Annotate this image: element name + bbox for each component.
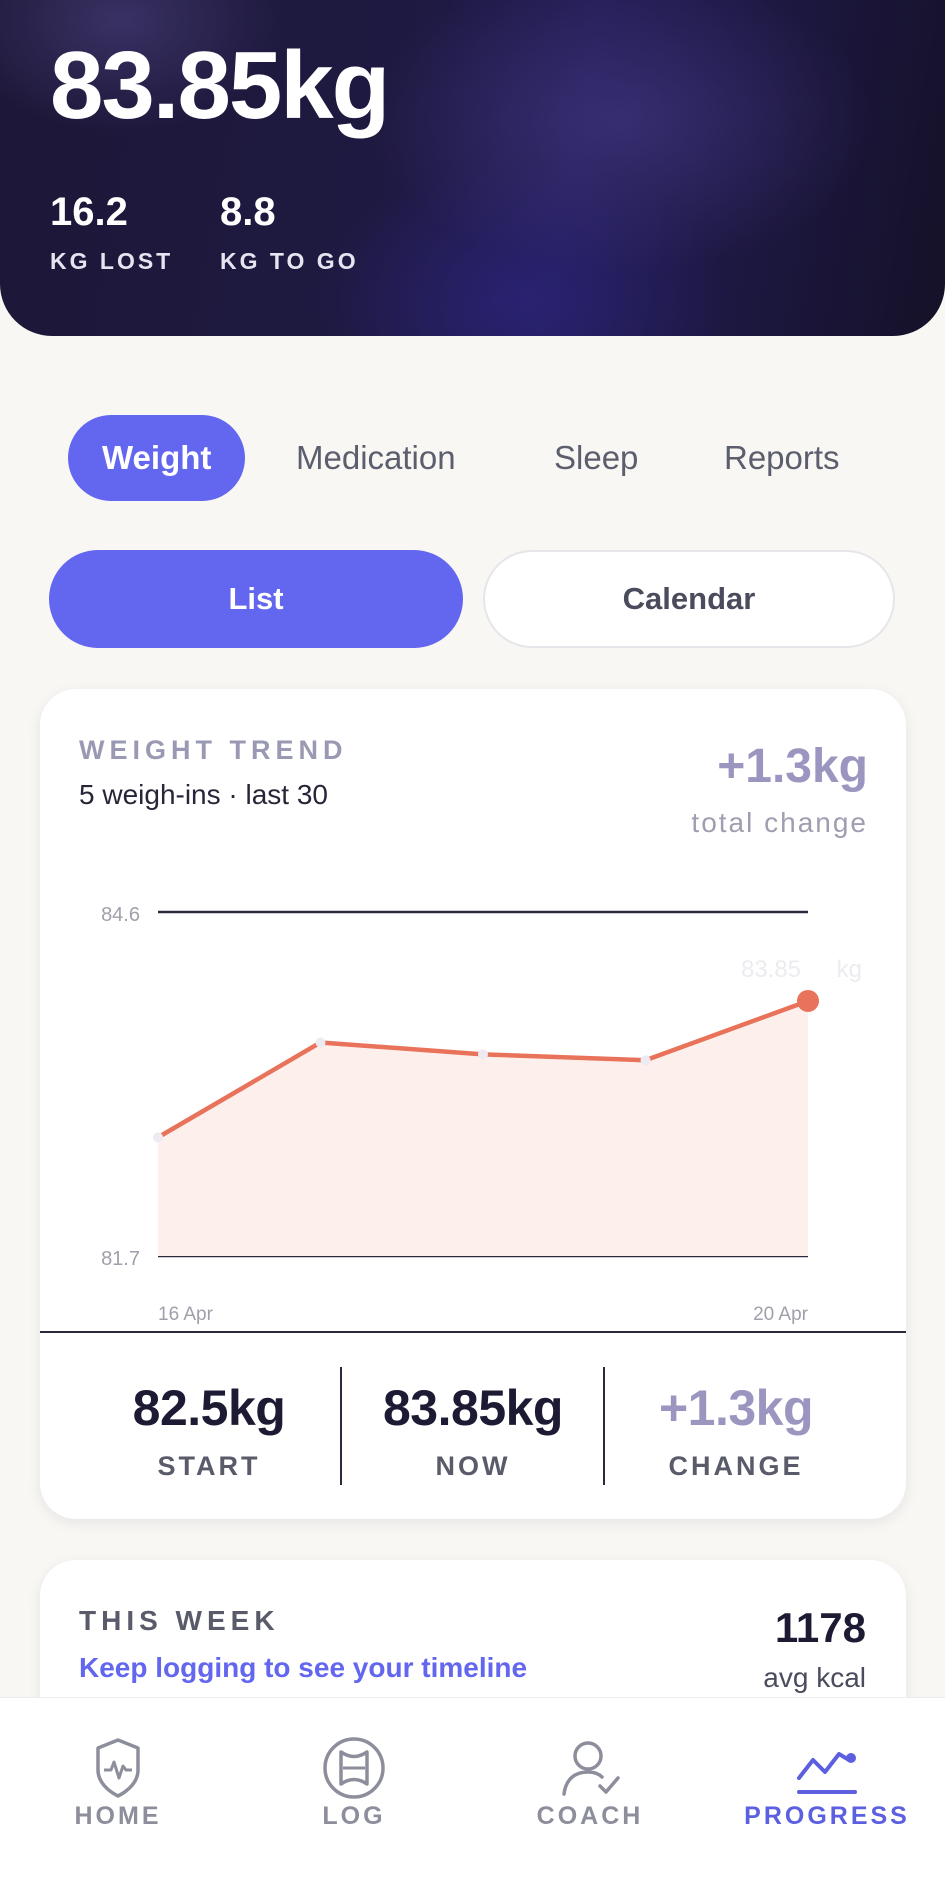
y-tick-top: 84.6 — [101, 904, 140, 926]
shield-heart-icon — [96, 1738, 140, 1798]
tab-sleep[interactable]: Sleep — [554, 415, 638, 501]
change-stat: +1.3kg CHANGE — [618, 1379, 854, 1482]
trend-chart-icon — [797, 1752, 857, 1794]
nav-coach-label: COACH — [536, 1802, 644, 1830]
weight-point[interactable] — [640, 1055, 651, 1066]
kg-lost-value: 16.2 — [50, 190, 128, 234]
week-message[interactable]: Keep logging to see your timeline — [79, 1652, 527, 1684]
bottom-nav: HOME LOG COACH PROGRESS — [0, 1697, 945, 1888]
current-weight: 83.85kg — [50, 32, 390, 139]
start-stat: 82.5kg START — [91, 1379, 327, 1482]
tab-medication[interactable]: Medication — [296, 415, 456, 501]
nav-progress-label: PROGRESS — [744, 1802, 910, 1830]
y-tick-bottom: 81.7 — [101, 1248, 140, 1270]
nav-progress[interactable]: PROGRESS — [709, 1698, 945, 1888]
nav-log-label: LOG — [322, 1802, 386, 1830]
avg-kcal-label: avg kcal — [763, 1662, 866, 1693]
kg-to-go-stat: 8.8 KG TO GO — [220, 192, 359, 275]
weight-point[interactable] — [315, 1037, 326, 1048]
hero-header: 83.85kg 16.2 KG LOST 8.8 KG TO GO — [0, 0, 945, 336]
last-point-label: 83.85 — [741, 956, 801, 983]
weight-trend-chart: 84.6 81.7 16 Apr 20 Apr 83.85 kg — [101, 904, 862, 1325]
tab-reports[interactable]: Reports — [724, 415, 840, 501]
kg-lost-stat: 16.2 KG LOST — [50, 192, 173, 275]
x-tick-start: 16 Apr — [158, 1304, 214, 1325]
weight-area-fill — [158, 1000, 808, 1256]
tab-weight[interactable]: Weight — [68, 415, 246, 501]
stat-separator — [340, 1367, 342, 1485]
avg-kcal-value: 1178 — [774, 1604, 866, 1651]
x-tick-end: 20 Apr — [753, 1304, 809, 1325]
list-view-button[interactable]: List — [49, 550, 463, 648]
log-circle-icon — [323, 1737, 385, 1799]
change-label: CHANGE — [668, 1451, 804, 1481]
unit-label: kg — [837, 956, 862, 983]
now-label: NOW — [435, 1451, 511, 1481]
weight-trend-card: WEIGHT TREND 5 weigh-ins · last 30 +1.3k… — [40, 689, 906, 1519]
weight-point[interactable] — [153, 1132, 163, 1143]
nav-log[interactable]: LOG — [236, 1698, 472, 1888]
start-label: START — [157, 1451, 261, 1481]
nav-coach[interactable]: COACH — [472, 1698, 708, 1888]
start-value: 82.5kg — [132, 1380, 286, 1436]
calendar-view-button[interactable]: Calendar — [483, 550, 895, 648]
current-weight-point[interactable] — [797, 989, 819, 1012]
nav-home-label: HOME — [74, 1802, 162, 1830]
now-stat: 83.85kg NOW — [355, 1379, 591, 1482]
stats-divider — [40, 1331, 906, 1333]
kg-to-go-value: 8.8 — [220, 190, 276, 234]
coach-person-icon — [562, 1741, 620, 1796]
nav-home[interactable]: HOME — [0, 1698, 236, 1888]
now-value: 83.85kg — [383, 1380, 563, 1436]
weight-point[interactable] — [478, 1049, 488, 1060]
kg-to-go-label: KG TO GO — [220, 248, 359, 274]
stat-separator — [603, 1367, 605, 1485]
kg-lost-label: KG LOST — [50, 248, 174, 274]
week-title: THIS WEEK — [79, 1605, 280, 1636]
change-value: +1.3kg — [658, 1380, 814, 1436]
